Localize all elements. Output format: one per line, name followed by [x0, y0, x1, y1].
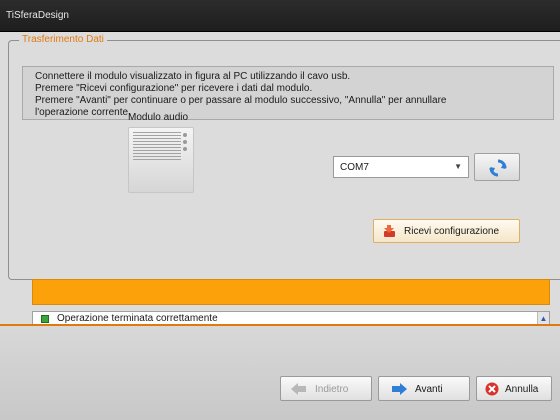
cancel-icon — [485, 382, 499, 396]
chevron-down-icon[interactable]: ▼ — [454, 162, 462, 171]
receive-icon — [384, 225, 395, 237]
cancel-button[interactable]: Annulla — [476, 376, 552, 401]
instruction-line: Premere "Ricevi configurazione" per rice… — [35, 83, 313, 94]
back-label: Indietro — [315, 384, 349, 395]
arrow-left-icon — [291, 383, 306, 395]
instructions-box: Connettere il modulo visualizzato in fig… — [22, 66, 554, 120]
back-button[interactable]: Indietro — [280, 376, 372, 401]
indicator-dot — [183, 147, 187, 151]
cancel-label: Annulla — [505, 384, 539, 395]
refresh-ports-button[interactable] — [474, 153, 520, 181]
next-button[interactable]: Avanti — [378, 376, 470, 401]
instruction-line: l'operazione corrente. — [35, 107, 131, 118]
com-port-select[interactable]: COM7 ▼ — [333, 156, 469, 178]
group-title: Trasferimento Dati — [19, 34, 107, 45]
success-indicator-icon — [41, 315, 49, 323]
window-title: TiSferaDesign — [6, 10, 69, 21]
status-message: Operazione terminata correttamente — [57, 313, 218, 324]
window-titlebar: TiSferaDesign — [0, 0, 560, 32]
instruction-line: Connettere il modulo visualizzato in fig… — [35, 71, 351, 82]
progress-bar — [32, 279, 550, 305]
module-label: Modulo audio — [128, 112, 189, 123]
refresh-icon — [489, 159, 507, 177]
instruction-line: Premere "Avanti" per continuare o per pa… — [35, 95, 447, 106]
audio-module-image — [128, 127, 194, 193]
next-label: Avanti — [415, 384, 443, 395]
receive-configuration-button[interactable]: Ricevi configurazione — [373, 219, 520, 243]
receive-label: Ricevi configurazione — [404, 226, 500, 237]
indicator-dot — [183, 133, 187, 137]
speaker-grille — [133, 132, 181, 160]
indicator-dot — [183, 140, 187, 144]
wizard-footer: Indietro Avanti Annulla — [0, 326, 560, 420]
arrow-right-icon — [392, 383, 407, 395]
com-port-value: COM7 — [340, 162, 369, 173]
